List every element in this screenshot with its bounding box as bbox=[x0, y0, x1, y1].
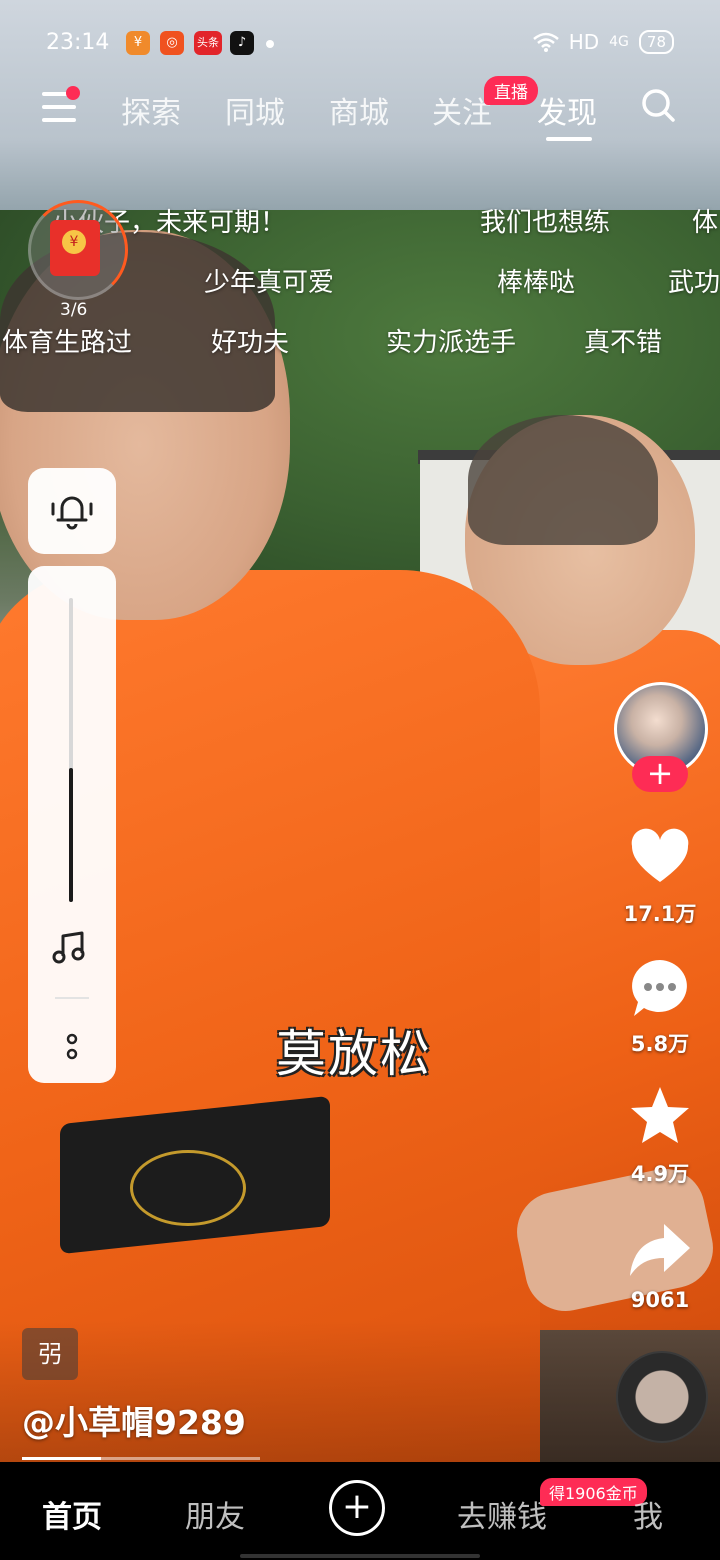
nav-me[interactable]: 我 bbox=[633, 1492, 663, 1536]
panel-divider bbox=[55, 997, 89, 999]
top-nav: 探索 同城 商城 关注 直播 发现 bbox=[0, 76, 720, 150]
bell-icon bbox=[51, 496, 93, 530]
home-indicator bbox=[240, 1554, 480, 1558]
douyin-app-icon: ♪ bbox=[230, 31, 254, 55]
tab-discover[interactable]: 发现 bbox=[537, 88, 597, 132]
danmaku-comment: 我们也想练 bbox=[480, 208, 611, 238]
bottom-nav: 首页 朋友 + 去赚钱 得1906金币 我 bbox=[0, 1462, 720, 1560]
like-count: 17.1万 bbox=[623, 902, 697, 926]
reminder-button[interactable] bbox=[28, 468, 116, 554]
network-label: HD bbox=[568, 30, 600, 54]
live-badge: 直播 bbox=[484, 76, 538, 105]
favorite-count: 4.9万 bbox=[630, 1162, 690, 1186]
coin-reward-badge: 得1906金币 bbox=[540, 1478, 647, 1506]
share-count: 9061 bbox=[630, 1288, 690, 1312]
search-icon[interactable] bbox=[641, 88, 675, 122]
author-name[interactable]: @小草帽9289 bbox=[22, 1396, 246, 1444]
red-packet-count: 3/6 bbox=[60, 300, 88, 320]
share-icon[interactable] bbox=[628, 1218, 692, 1282]
toutiao-app-icon: 头条 bbox=[194, 31, 222, 55]
music-disc[interactable] bbox=[616, 1351, 708, 1443]
tab-local[interactable]: 同城 bbox=[225, 88, 285, 132]
tab-following[interactable]: 关注 bbox=[432, 88, 492, 132]
comment-icon[interactable] bbox=[628, 956, 692, 1020]
menu-notification-dot bbox=[66, 86, 80, 100]
comment-count: 5.8万 bbox=[630, 1032, 690, 1056]
video-progress-fill bbox=[22, 1457, 101, 1460]
nav-friends[interactable]: 朋友 bbox=[185, 1492, 245, 1536]
nav-earn[interactable]: 去赚钱 bbox=[457, 1492, 547, 1536]
right-boy-hair bbox=[468, 415, 658, 545]
danmaku-comment: 实力派选手 bbox=[386, 328, 517, 358]
danmaku-comment: 棒棒哒 bbox=[497, 268, 576, 298]
tab-mall[interactable]: 商城 bbox=[329, 88, 389, 132]
video-progress[interactable] bbox=[22, 1457, 260, 1460]
heart-icon[interactable] bbox=[628, 826, 692, 890]
create-button[interactable]: + bbox=[329, 1480, 385, 1536]
status-right: HD 4G 78 bbox=[532, 30, 674, 54]
star-icon[interactable] bbox=[628, 1084, 692, 1148]
music-note-icon[interactable] bbox=[52, 930, 88, 966]
danmaku-comment: 武功 bbox=[668, 268, 720, 298]
coin-app-icon: ¥ bbox=[126, 31, 150, 55]
more-options-icon[interactable] bbox=[62, 1032, 82, 1062]
active-tab-indicator bbox=[546, 137, 592, 141]
status-time: 23:14 bbox=[46, 30, 110, 55]
danmaku-comment: 体 bbox=[692, 208, 719, 238]
follow-button[interactable]: + bbox=[632, 756, 688, 792]
tab-explore[interactable]: 探索 bbox=[121, 88, 181, 132]
status-bar: 23:14 ¥ ◎ 头条 ♪ HD 4G 78 bbox=[0, 22, 720, 66]
signal-icon: 4G bbox=[609, 34, 629, 50]
video-caption: 莫放松 bbox=[276, 1025, 432, 1083]
danmaku-comment: 少年真可爱 bbox=[204, 268, 335, 298]
volume-slider-fill bbox=[69, 768, 73, 902]
danmaku-comment: 体育生路过 bbox=[2, 328, 133, 358]
wifi-icon bbox=[532, 32, 559, 52]
nav-home[interactable]: 首页 bbox=[42, 1492, 102, 1536]
belt-emblem bbox=[130, 1150, 246, 1226]
danmaku-comment: 真不错 bbox=[584, 328, 663, 358]
danmaku-comment: 好功夫 bbox=[211, 328, 290, 358]
effect-tag-chip[interactable]: 弜 bbox=[22, 1328, 78, 1380]
battery-indicator: 78 bbox=[638, 30, 674, 54]
shopping-app-icon: ◎ bbox=[160, 31, 184, 55]
more-notifications-dot bbox=[266, 40, 274, 48]
coin-icon: ¥ bbox=[62, 230, 86, 254]
